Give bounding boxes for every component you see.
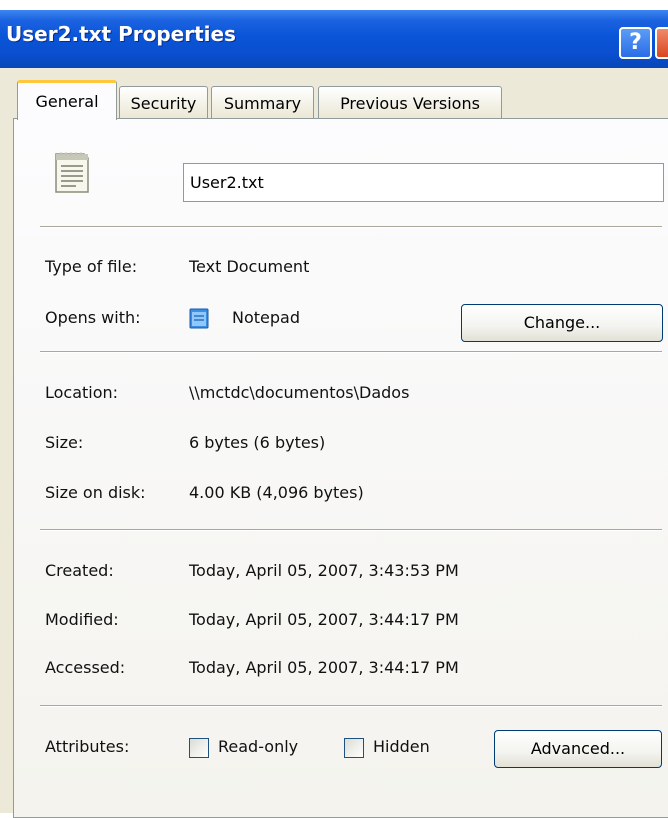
hidden-label[interactable]: Hidden bbox=[373, 737, 430, 756]
separator bbox=[40, 351, 662, 353]
help-button[interactable]: ? bbox=[619, 27, 652, 59]
general-tab-panel bbox=[13, 118, 668, 818]
text-file-icon bbox=[55, 152, 89, 193]
change-button[interactable]: Change... bbox=[461, 304, 663, 342]
separator bbox=[40, 529, 662, 531]
window-title: User2.txt Properties bbox=[6, 22, 236, 46]
tab-security[interactable]: Security bbox=[119, 86, 208, 119]
size-value: 6 bytes (6 bytes) bbox=[189, 433, 326, 452]
file-name-input[interactable] bbox=[183, 163, 664, 202]
size-label: Size: bbox=[45, 433, 84, 452]
tab-previous-versions[interactable]: Previous Versions bbox=[318, 86, 502, 119]
modified-value: Today, April 05, 2007, 3:44:17 PM bbox=[189, 610, 459, 629]
location-value: \\mctdc\documentos\Dados bbox=[189, 383, 410, 402]
separator bbox=[40, 226, 662, 228]
tab-summary[interactable]: Summary bbox=[211, 86, 314, 119]
type-value: Text Document bbox=[189, 257, 310, 276]
hidden-checkbox[interactable] bbox=[344, 738, 364, 758]
created-label: Created: bbox=[45, 561, 114, 580]
size-on-disk-value: 4.00 KB (4,096 bytes) bbox=[189, 483, 364, 502]
read-only-label[interactable]: Read-only bbox=[218, 737, 298, 756]
created-value: Today, April 05, 2007, 3:43:53 PM bbox=[189, 561, 459, 580]
close-button[interactable] bbox=[655, 27, 668, 59]
accessed-label: Accessed: bbox=[45, 658, 126, 677]
type-label: Type of file: bbox=[45, 257, 138, 276]
opens-with-value: Notepad bbox=[232, 308, 300, 327]
separator bbox=[40, 705, 662, 707]
modified-label: Modified: bbox=[45, 610, 119, 629]
advanced-button[interactable]: Advanced... bbox=[494, 730, 662, 768]
opens-with-label: Opens with: bbox=[45, 308, 141, 327]
attributes-label: Attributes: bbox=[45, 737, 130, 756]
read-only-checkbox[interactable] bbox=[189, 738, 209, 758]
accessed-value: Today, April 05, 2007, 3:44:17 PM bbox=[189, 658, 459, 677]
location-label: Location: bbox=[45, 383, 119, 402]
notepad-icon bbox=[189, 308, 209, 329]
size-on-disk-label: Size on disk: bbox=[45, 483, 146, 502]
tab-general[interactable]: General bbox=[17, 80, 117, 120]
